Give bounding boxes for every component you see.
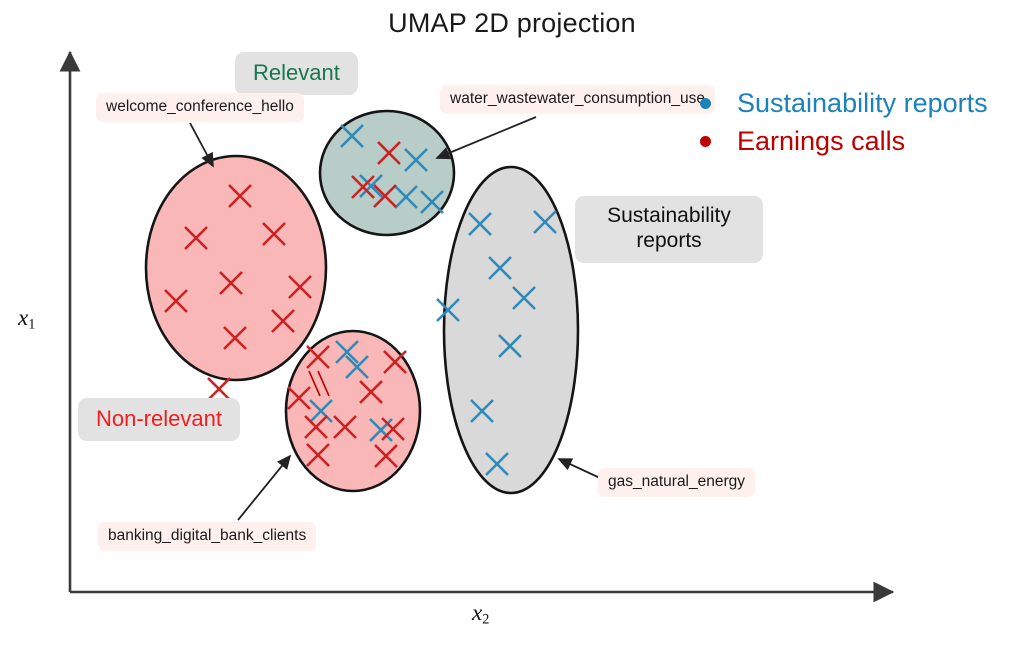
- sustainability-reports-line-2: reports: [636, 228, 702, 252]
- legend-label-earnings-calls: Earnings calls: [737, 125, 906, 156]
- x-axis-label: x2: [472, 600, 490, 628]
- scatter-marker: [207, 377, 231, 401]
- legend-dot-icon-earnings: [700, 135, 711, 147]
- legend-label-sustainability-reports: Sustainability reports: [737, 87, 988, 118]
- cluster-non-relevant-lower: [284, 329, 422, 493]
- annotation-welcome-conference-hello: welcome_conference_hello: [96, 93, 304, 122]
- umap-projection-figure: UMAP 2D projection x1 x2 Relevant Non-re…: [0, 0, 1024, 645]
- legend-item-earnings-calls: Earnings calls: [700, 122, 988, 160]
- annotation-banking-digital-bank-clients: banking_digital_bank_clients: [98, 522, 317, 551]
- group-label-non-relevant: Non-relevant: [78, 398, 240, 441]
- sustainability-reports-line-1: Sustainability: [607, 204, 731, 227]
- group-label-sustainability-reports: Sustainability reports: [575, 196, 763, 263]
- y-axis-label: x1: [18, 305, 36, 333]
- cluster-non-relevant-upper: [144, 154, 328, 382]
- annotation-gas-natural-energy: gas_natural_energy: [598, 468, 756, 497]
- annotation-water-wastewater-consumption-use: water_wastewater_consumption_use: [440, 85, 716, 114]
- legend: Sustainability reports Earnings calls: [700, 84, 988, 160]
- legend-item-sustainability-reports: Sustainability reports: [700, 84, 988, 122]
- cluster-sustainability-reports: [442, 165, 580, 495]
- cluster-relevant: [318, 109, 456, 237]
- legend-dot-icon-sustainability: [700, 97, 711, 109]
- group-label-relevant: Relevant: [235, 52, 358, 95]
